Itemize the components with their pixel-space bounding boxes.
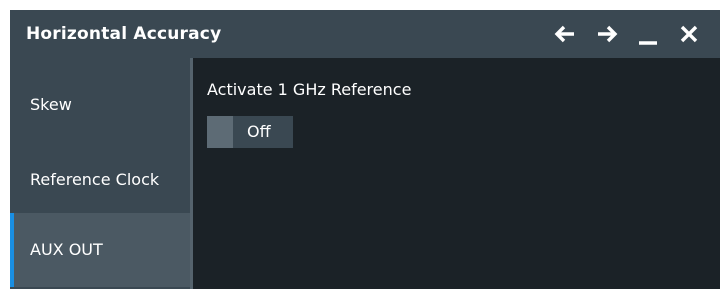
sidebar-item-label: Skew <box>30 95 72 114</box>
toggle-state: Off <box>247 122 271 141</box>
active-indicator <box>10 213 14 287</box>
dialog-title: Horizontal Accuracy <box>26 24 222 44</box>
title-bar: Horizontal Accuracy <box>10 10 720 58</box>
horizontal-accuracy-dialog: Horizontal Accuracy Skew Reference Clock… <box>10 10 720 289</box>
back-arrow-icon[interactable] <box>550 18 580 50</box>
forward-arrow-icon[interactable] <box>592 18 622 50</box>
sidebar-item-label: AUX OUT <box>30 240 103 259</box>
sidebar-item-reference-clock[interactable]: Reference Clock <box>10 143 190 217</box>
activate-reference-toggle[interactable]: Off <box>207 116 293 148</box>
close-icon[interactable] <box>674 18 704 50</box>
toggle-knob <box>207 116 233 148</box>
sidebar-item-aux-out[interactable]: AUX OUT <box>10 213 190 287</box>
sidebar-item-label: Reference Clock <box>30 170 160 189</box>
activate-reference-label: Activate 1 GHz Reference <box>207 80 412 99</box>
sidebar: Skew Reference Clock AUX OUT <box>10 58 190 289</box>
sidebar-item-skew[interactable]: Skew <box>10 68 190 142</box>
content-panel: Activate 1 GHz Reference Off <box>193 58 720 289</box>
minimize-icon[interactable] <box>633 18 663 50</box>
